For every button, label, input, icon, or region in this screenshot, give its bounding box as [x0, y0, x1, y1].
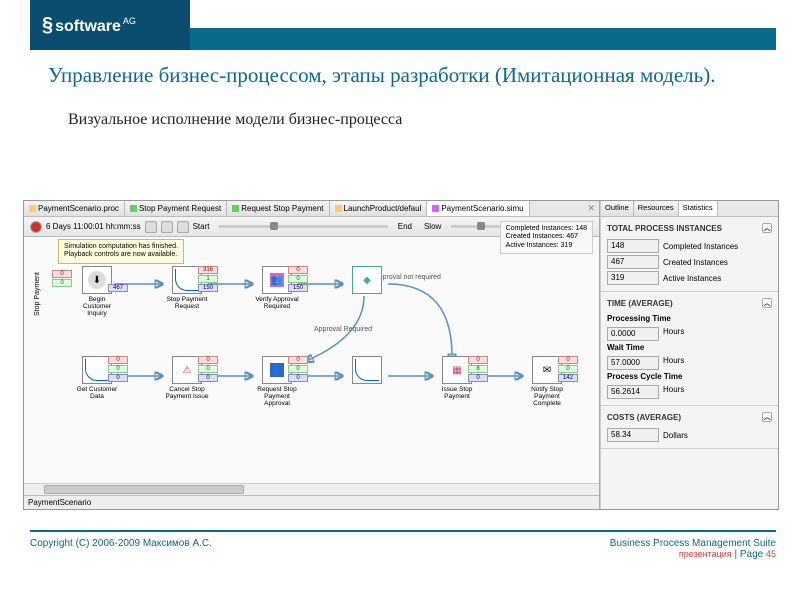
mail-icon: ✉ [540, 363, 554, 377]
copyright: Copyright (C) 2006-2009 Максимов А.С. [30, 538, 212, 549]
tab-request-stop[interactable]: Request Stop Payment [227, 201, 329, 216]
side-tab-outline[interactable]: Outline [601, 201, 634, 216]
chevron-up-icon[interactable]: ︿ [762, 298, 772, 308]
person-icon: 👤 [270, 363, 284, 377]
chevron-up-icon[interactable]: ︿ [762, 223, 772, 233]
statusbar: PaymentScenario [24, 495, 599, 509]
group-icon: 👥 [270, 273, 284, 287]
footer-right: Business Process Management Suite презен… [610, 538, 776, 560]
process-flow-canvas[interactable]: Stop Payment Approval not required Appro… [54, 256, 589, 481]
instances-summary: Completed Instances: 148 Created Instanc… [500, 221, 593, 254]
tab-launch-product[interactable]: LaunchProduct/defaul [330, 201, 428, 216]
tab-process-file[interactable]: PaymentScenario.proc [24, 201, 125, 216]
tab-simulation[interactable]: PaymentScenario.simu [427, 201, 529, 216]
side-panel: Outline Resources Statistics TOTAL PROCE… [600, 201, 778, 509]
tab-stop-payment[interactable]: Stop Payment Request [125, 201, 227, 216]
doc-icon: ▦ [450, 363, 464, 377]
app-window: PaymentScenario.proc Stop Payment Reques… [23, 200, 779, 510]
side-tab-statistics[interactable]: Statistics [679, 201, 718, 216]
chevron-up-icon[interactable]: ︿ [762, 412, 772, 422]
page-title: Управление бизнес-процессом, этапы разра… [0, 50, 800, 93]
stat-cycle-time: 56.2614 [607, 385, 659, 399]
page-subtitle: Визуальное исполнение модели бизнес-проц… [0, 93, 800, 139]
prev-button[interactable] [145, 221, 157, 233]
close-tab-icon[interactable]: ✕ [587, 203, 595, 214]
side-tabs: Outline Resources Statistics [601, 201, 778, 217]
sim-tooltip: Simulation computation has finished. Pla… [58, 239, 184, 264]
brand-logo: §softwareAG [42, 14, 136, 37]
time-slider[interactable] [219, 225, 387, 228]
diamond-icon: ◆ [360, 273, 374, 287]
alert-icon: ⚠ [180, 363, 194, 377]
arrow-down-icon: ⬇ [88, 271, 106, 289]
node-verify[interactable]: 👥 00150 Verify Approval Required [254, 266, 300, 310]
record-icon[interactable] [30, 221, 42, 233]
start-label: Start [193, 222, 210, 231]
slow-label: Slow [424, 222, 441, 231]
section-time-avg: TIME (AVERAGE)︿ Processing Time 0.0000Ho… [601, 292, 778, 406]
h-scrollbar[interactable] [24, 483, 599, 495]
play-button[interactable] [161, 221, 173, 233]
node-stop-request[interactable]: 3161150 Stop Payment Request [164, 266, 210, 310]
stat-active: 319 [607, 271, 659, 285]
logo-block: §softwareAG [30, 0, 190, 50]
path-label-required: Approval Required [314, 326, 372, 333]
node-begin[interactable]: ⬇ 00 467 Begin Customer Inquiry [74, 266, 120, 317]
stat-wait-time: 57.0000 [607, 356, 659, 370]
page-footer: Copyright (C) 2006-2009 Максимов А.С. Bu… [30, 530, 776, 590]
canvas-pane: PaymentScenario.proc Stop Payment Reques… [24, 201, 600, 509]
editor-tabs: PaymentScenario.proc Stop Payment Reques… [24, 201, 599, 217]
end-label: End [398, 222, 412, 231]
stat-proc-time: 0.0000 [607, 327, 659, 341]
stat-created: 467 [607, 255, 659, 269]
node-request-approval[interactable]: 👤 000 Request Stop Payment Approval [254, 356, 300, 407]
stat-completed: 148 [607, 239, 659, 253]
node-notify[interactable]: ✉ 00142 Notify Stop Payment Complete [524, 356, 570, 407]
node-get-customer[interactable]: 000 Get Customer Data [74, 356, 120, 400]
sim-time: 6 Days 11:00:01 hh:mm:ss [46, 222, 141, 231]
node-gateway-top[interactable]: ◆ [344, 266, 390, 296]
node-cancel[interactable]: ⚠ 000 Cancel Stop Payment Issue [164, 356, 210, 400]
side-tab-resources[interactable]: Resources [634, 201, 679, 216]
node-gateway-bottom[interactable] [344, 356, 390, 386]
flow-arrows [54, 256, 589, 481]
header-bar: §softwareAG [0, 0, 800, 50]
node-issue[interactable]: ▦ 080 Issue Stop Payment [434, 356, 480, 400]
next-button[interactable] [177, 221, 189, 233]
section-costs-avg: COSTS (AVERAGE)︿ 58.34Dollars [601, 406, 778, 449]
stat-cost: 58.34 [607, 428, 659, 442]
section-total-instances: TOTAL PROCESS INSTANCES︿ 148Completed In… [601, 217, 778, 292]
lane-label: Stop Payment [34, 272, 41, 316]
